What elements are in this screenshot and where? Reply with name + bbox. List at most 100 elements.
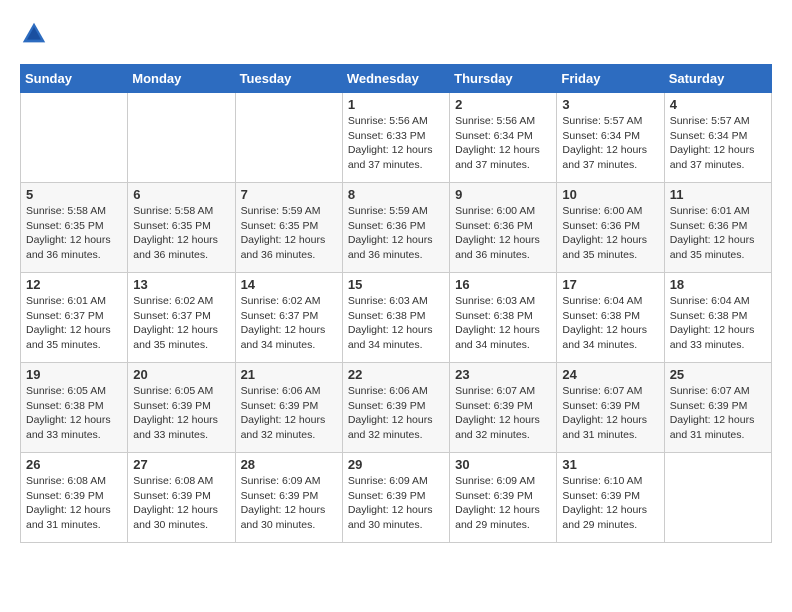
day-info: Sunrise: 6:06 AM Sunset: 6:39 PM Dayligh…	[241, 384, 337, 443]
weekday-header-sunday: Sunday	[21, 65, 128, 93]
calendar-week-2: 5 Sunrise: 5:58 AM Sunset: 6:35 PM Daylig…	[21, 183, 772, 273]
calendar-cell: 19 Sunrise: 6:05 AM Sunset: 6:38 PM Dayli…	[21, 363, 128, 453]
calendar-cell: 30 Sunrise: 6:09 AM Sunset: 6:39 PM Dayli…	[450, 453, 557, 543]
day-number: 9	[455, 187, 551, 202]
page-header	[20, 20, 772, 48]
day-info: Sunrise: 5:58 AM Sunset: 6:35 PM Dayligh…	[133, 204, 229, 263]
day-info: Sunrise: 6:04 AM Sunset: 6:38 PM Dayligh…	[562, 294, 658, 353]
calendar-cell: 29 Sunrise: 6:09 AM Sunset: 6:39 PM Dayli…	[342, 453, 449, 543]
calendar-cell: 7Sunrise: 5:59 AM Sunset: 6:35 PM Daylig…	[235, 183, 342, 273]
calendar-cell: 20 Sunrise: 6:05 AM Sunset: 6:39 PM Dayli…	[128, 363, 235, 453]
day-info: Sunrise: 6:09 AM Sunset: 6:39 PM Dayligh…	[348, 474, 444, 533]
day-number: 3	[562, 97, 658, 112]
day-info: Sunrise: 6:07 AM Sunset: 6:39 PM Dayligh…	[670, 384, 766, 443]
day-info: Sunrise: 5:56 AM Sunset: 6:33 PM Dayligh…	[348, 114, 444, 173]
day-number: 17	[562, 277, 658, 292]
calendar-week-3: 12 Sunrise: 6:01 AM Sunset: 6:37 PM Dayli…	[21, 273, 772, 363]
day-number: 30	[455, 457, 551, 472]
calendar-cell: 16 Sunrise: 6:03 AM Sunset: 6:38 PM Dayli…	[450, 273, 557, 363]
calendar-cell: 8Sunrise: 5:59 AM Sunset: 6:36 PM Daylig…	[342, 183, 449, 273]
day-number: 12	[26, 277, 122, 292]
weekday-header-tuesday: Tuesday	[235, 65, 342, 93]
day-info: Sunrise: 6:01 AM Sunset: 6:36 PM Dayligh…	[670, 204, 766, 263]
calendar-cell: 25 Sunrise: 6:07 AM Sunset: 6:39 PM Dayli…	[664, 363, 771, 453]
day-info: Sunrise: 5:56 AM Sunset: 6:34 PM Dayligh…	[455, 114, 551, 173]
day-number: 29	[348, 457, 444, 472]
calendar-table: SundayMondayTuesdayWednesdayThursdayFrid…	[20, 64, 772, 543]
day-number: 6	[133, 187, 229, 202]
calendar-cell: 1 Sunrise: 5:56 AM Sunset: 6:33 PM Daylig…	[342, 93, 449, 183]
calendar-cell: 28 Sunrise: 6:09 AM Sunset: 6:39 PM Dayli…	[235, 453, 342, 543]
day-number: 14	[241, 277, 337, 292]
day-info: Sunrise: 5:58 AM Sunset: 6:35 PM Dayligh…	[26, 204, 122, 263]
calendar-header: SundayMondayTuesdayWednesdayThursdayFrid…	[21, 65, 772, 93]
day-number: 2	[455, 97, 551, 112]
day-number: 4	[670, 97, 766, 112]
logo-icon	[20, 20, 48, 48]
calendar-cell: 31 Sunrise: 6:10 AM Sunset: 6:39 PM Dayli…	[557, 453, 664, 543]
day-number: 19	[26, 367, 122, 382]
day-number: 31	[562, 457, 658, 472]
weekday-header-saturday: Saturday	[664, 65, 771, 93]
calendar-cell: 23Sunrise: 6:07 AM Sunset: 6:39 PM Dayli…	[450, 363, 557, 453]
day-info: Sunrise: 5:57 AM Sunset: 6:34 PM Dayligh…	[670, 114, 766, 173]
calendar-cell: 27 Sunrise: 6:08 AM Sunset: 6:39 PM Dayli…	[128, 453, 235, 543]
day-number: 16	[455, 277, 551, 292]
logo	[20, 20, 52, 48]
day-info: Sunrise: 6:03 AM Sunset: 6:38 PM Dayligh…	[455, 294, 551, 353]
day-info: Sunrise: 6:02 AM Sunset: 6:37 PM Dayligh…	[241, 294, 337, 353]
day-info: Sunrise: 6:06 AM Sunset: 6:39 PM Dayligh…	[348, 384, 444, 443]
day-number: 11	[670, 187, 766, 202]
day-number: 8	[348, 187, 444, 202]
day-info: Sunrise: 6:08 AM Sunset: 6:39 PM Dayligh…	[26, 474, 122, 533]
calendar-cell	[21, 93, 128, 183]
day-info: Sunrise: 6:09 AM Sunset: 6:39 PM Dayligh…	[455, 474, 551, 533]
calendar-cell: 11 Sunrise: 6:01 AM Sunset: 6:36 PM Dayli…	[664, 183, 771, 273]
calendar-cell: 18 Sunrise: 6:04 AM Sunset: 6:38 PM Dayli…	[664, 273, 771, 363]
day-number: 5	[26, 187, 122, 202]
day-number: 18	[670, 277, 766, 292]
calendar-cell: 5 Sunrise: 5:58 AM Sunset: 6:35 PM Daylig…	[21, 183, 128, 273]
day-info: Sunrise: 6:05 AM Sunset: 6:38 PM Dayligh…	[26, 384, 122, 443]
day-number: 7	[241, 187, 337, 202]
weekday-header-friday: Friday	[557, 65, 664, 93]
calendar-cell: 13 Sunrise: 6:02 AM Sunset: 6:37 PM Dayli…	[128, 273, 235, 363]
day-number: 20	[133, 367, 229, 382]
day-number: 24	[562, 367, 658, 382]
day-number: 1	[348, 97, 444, 112]
day-number: 21	[241, 367, 337, 382]
day-number: 22	[348, 367, 444, 382]
day-number: 13	[133, 277, 229, 292]
day-number: 26	[26, 457, 122, 472]
day-info: Sunrise: 5:57 AM Sunset: 6:34 PM Dayligh…	[562, 114, 658, 173]
day-info: Sunrise: 6:07 AM Sunset: 6:39 PM Dayligh…	[455, 384, 551, 443]
day-info: Sunrise: 6:02 AM Sunset: 6:37 PM Dayligh…	[133, 294, 229, 353]
calendar-cell: 15Sunrise: 6:03 AM Sunset: 6:38 PM Dayli…	[342, 273, 449, 363]
day-info: Sunrise: 6:10 AM Sunset: 6:39 PM Dayligh…	[562, 474, 658, 533]
day-info: Sunrise: 6:08 AM Sunset: 6:39 PM Dayligh…	[133, 474, 229, 533]
calendar-week-4: 19 Sunrise: 6:05 AM Sunset: 6:38 PM Dayli…	[21, 363, 772, 453]
day-info: Sunrise: 6:00 AM Sunset: 6:36 PM Dayligh…	[562, 204, 658, 263]
day-info: Sunrise: 6:00 AM Sunset: 6:36 PM Dayligh…	[455, 204, 551, 263]
day-info: Sunrise: 6:09 AM Sunset: 6:39 PM Dayligh…	[241, 474, 337, 533]
calendar-cell: 3 Sunrise: 5:57 AM Sunset: 6:34 PM Daylig…	[557, 93, 664, 183]
calendar-cell	[128, 93, 235, 183]
day-number: 25	[670, 367, 766, 382]
day-info: Sunrise: 6:04 AM Sunset: 6:38 PM Dayligh…	[670, 294, 766, 353]
calendar-cell: 2 Sunrise: 5:56 AM Sunset: 6:34 PM Daylig…	[450, 93, 557, 183]
weekday-header-monday: Monday	[128, 65, 235, 93]
calendar-cell: 26 Sunrise: 6:08 AM Sunset: 6:39 PM Dayli…	[21, 453, 128, 543]
day-info: Sunrise: 6:01 AM Sunset: 6:37 PM Dayligh…	[26, 294, 122, 353]
weekday-header-wednesday: Wednesday	[342, 65, 449, 93]
day-number: 27	[133, 457, 229, 472]
calendar-week-1: 1 Sunrise: 5:56 AM Sunset: 6:33 PM Daylig…	[21, 93, 772, 183]
calendar-week-5: 26 Sunrise: 6:08 AM Sunset: 6:39 PM Dayli…	[21, 453, 772, 543]
day-number: 28	[241, 457, 337, 472]
day-info: Sunrise: 6:05 AM Sunset: 6:39 PM Dayligh…	[133, 384, 229, 443]
weekday-header-thursday: Thursday	[450, 65, 557, 93]
calendar-cell	[664, 453, 771, 543]
calendar-cell: 17 Sunrise: 6:04 AM Sunset: 6:38 PM Dayli…	[557, 273, 664, 363]
calendar-cell: 4 Sunrise: 5:57 AM Sunset: 6:34 PM Daylig…	[664, 93, 771, 183]
calendar-cell: 21 Sunrise: 6:06 AM Sunset: 6:39 PM Dayli…	[235, 363, 342, 453]
calendar-cell: 22 Sunrise: 6:06 AM Sunset: 6:39 PM Dayli…	[342, 363, 449, 453]
